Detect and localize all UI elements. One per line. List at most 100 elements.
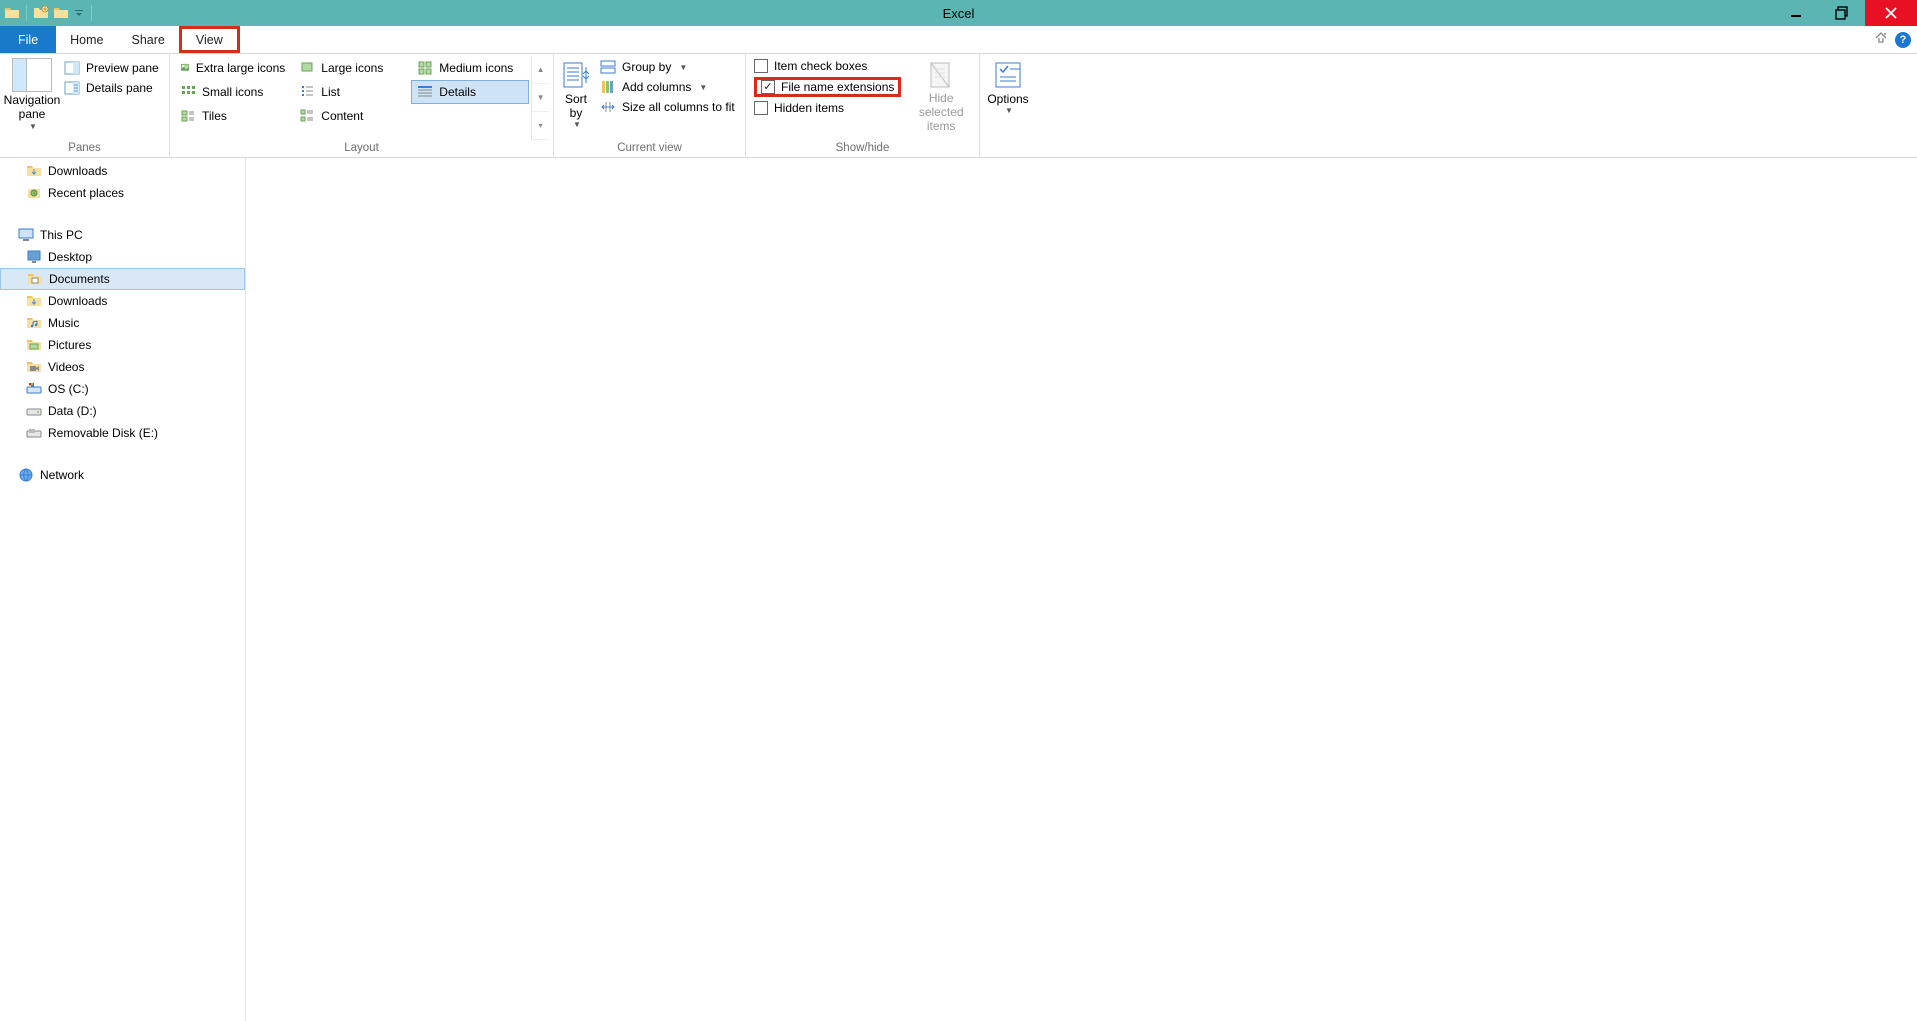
navigation-tree[interactable]: Downloads Recent places This PC Desktop … [0, 158, 246, 1021]
large-icons-icon [299, 60, 315, 76]
view-medium-icons[interactable]: Medium icons [411, 56, 529, 80]
view-list[interactable]: List [293, 80, 411, 104]
quick-access-toolbar [0, 5, 98, 21]
view-content[interactable]: Content [293, 104, 411, 128]
tree-item-drive-d[interactable]: Data (D:) [0, 400, 245, 422]
videos-icon [26, 359, 42, 375]
checkbox-icon [754, 101, 768, 115]
desktop-icon [26, 249, 42, 265]
group-layout: Extra large icons Large icons Medium ico… [170, 54, 554, 157]
view-details[interactable]: Details [411, 80, 529, 104]
tree-item-drive-c[interactable]: OS (C:) [0, 378, 245, 400]
tree-item-recent-places[interactable]: Recent places [0, 182, 245, 204]
documents-icon [27, 271, 43, 287]
recent-places-icon [26, 185, 42, 201]
folder-icon [26, 293, 42, 309]
navigation-pane-button[interactable]: Navigation pane ▼ [4, 56, 60, 140]
item-check-boxes-checkbox[interactable]: Item check boxes [754, 59, 901, 73]
tree-item-drive-e[interactable]: Removable Disk (E:) [0, 422, 245, 444]
size-columns-button[interactable]: Size all columns to fit [600, 99, 735, 115]
navigation-pane-label: Navigation pane [4, 94, 61, 122]
add-columns-icon [600, 79, 616, 95]
hide-selected-items-button: Hide selected items [907, 56, 975, 140]
tree-item-music[interactable]: Music [0, 312, 245, 334]
group-label-show-hide: Show/hide [750, 140, 975, 157]
drive-icon [26, 403, 42, 419]
tree-item-documents[interactable]: Documents [0, 268, 245, 290]
group-options: Options ▼ [980, 54, 1036, 157]
scroll-down-icon[interactable]: ▼ [532, 84, 549, 112]
extra-large-icons-icon [180, 60, 190, 76]
computer-icon [18, 227, 34, 243]
tree-item-this-pc[interactable]: This PC [0, 224, 245, 246]
checkbox-checked-icon [761, 80, 775, 94]
small-icons-icon [180, 84, 196, 100]
help-icon[interactable]: ? [1895, 32, 1911, 48]
tree-item-network[interactable]: Network [0, 464, 245, 486]
qat-dropdown-icon[interactable] [73, 5, 85, 21]
folder-icon [26, 163, 42, 179]
list-icon [299, 84, 315, 100]
group-label-panes: Panes [4, 140, 165, 157]
options-button[interactable]: Options ▼ [984, 56, 1032, 140]
preview-pane-icon [64, 60, 80, 76]
tab-share[interactable]: Share [118, 26, 179, 53]
close-button[interactable] [1865, 0, 1917, 26]
content-pane[interactable] [246, 158, 1917, 1021]
group-by-icon [600, 59, 616, 75]
group-show-hide: Item check boxes File name extensions Hi… [746, 54, 980, 157]
ribbon: Navigation pane ▼ Preview pane Details p… [0, 54, 1917, 158]
tree-item-pictures[interactable]: Pictures [0, 334, 245, 356]
group-current-view: Sort by ▼ Group by ▼ Add columns ▼ Size … [554, 54, 746, 157]
content-icon [299, 108, 315, 124]
tiles-icon [180, 108, 196, 124]
layout-scrollbar[interactable]: ▲ ▼ ▾ [531, 56, 549, 140]
group-label-layout: Layout [174, 140, 549, 157]
restore-button[interactable] [1819, 0, 1865, 26]
details-pane-label: Details pane [86, 81, 153, 95]
title-bar: Excel [0, 0, 1917, 26]
window-controls [1773, 0, 1917, 26]
add-columns-button[interactable]: Add columns ▼ [600, 79, 735, 95]
tree-item-desktop[interactable]: Desktop [0, 246, 245, 268]
window-title: Excel [943, 6, 975, 21]
tree-item-downloads-fav[interactable]: Downloads [0, 160, 245, 182]
chevron-down-icon: ▼ [1005, 106, 1013, 115]
new-folder-icon[interactable] [33, 5, 49, 21]
details-pane-button[interactable]: Details pane [64, 80, 159, 96]
sort-by-icon [560, 58, 592, 92]
minimize-button[interactable] [1773, 0, 1819, 26]
ribbon-tabs: File Home Share View ? [0, 26, 1917, 54]
separator [26, 5, 27, 21]
tab-file[interactable]: File [0, 26, 56, 53]
scroll-more-icon[interactable]: ▾ [532, 112, 549, 140]
tree-item-downloads[interactable]: Downloads [0, 290, 245, 312]
hide-selected-icon [925, 58, 957, 92]
chevron-down-icon: ▼ [679, 63, 687, 72]
folder-icon[interactable] [53, 5, 69, 21]
tab-home[interactable]: Home [56, 26, 117, 53]
preview-pane-label: Preview pane [86, 61, 159, 75]
view-large-icons[interactable]: Large icons [293, 56, 411, 80]
folder-icon [4, 5, 20, 21]
sort-by-button[interactable]: Sort by ▼ [558, 56, 594, 140]
chevron-down-icon: ▼ [699, 83, 707, 92]
tab-view[interactable]: View [179, 26, 240, 53]
scroll-up-icon[interactable]: ▲ [532, 56, 549, 84]
view-tiles[interactable]: Tiles [174, 104, 293, 128]
minimize-ribbon-icon[interactable] [1873, 30, 1889, 49]
preview-pane-button[interactable]: Preview pane [64, 60, 159, 76]
tree-item-videos[interactable]: Videos [0, 356, 245, 378]
chevron-down-icon: ▼ [573, 120, 581, 129]
network-icon [18, 467, 34, 483]
group-by-button[interactable]: Group by ▼ [600, 59, 735, 75]
size-columns-icon [600, 99, 616, 115]
view-small-icons[interactable]: Small icons [174, 80, 293, 104]
view-extra-large-icons[interactable]: Extra large icons [174, 56, 293, 80]
group-label-current-view: Current view [558, 140, 741, 157]
group-panes: Navigation pane ▼ Preview pane Details p… [0, 54, 170, 157]
music-icon [26, 315, 42, 331]
file-name-extensions-checkbox[interactable]: File name extensions [754, 77, 901, 97]
pictures-icon [26, 337, 42, 353]
hidden-items-checkbox[interactable]: Hidden items [754, 101, 901, 115]
